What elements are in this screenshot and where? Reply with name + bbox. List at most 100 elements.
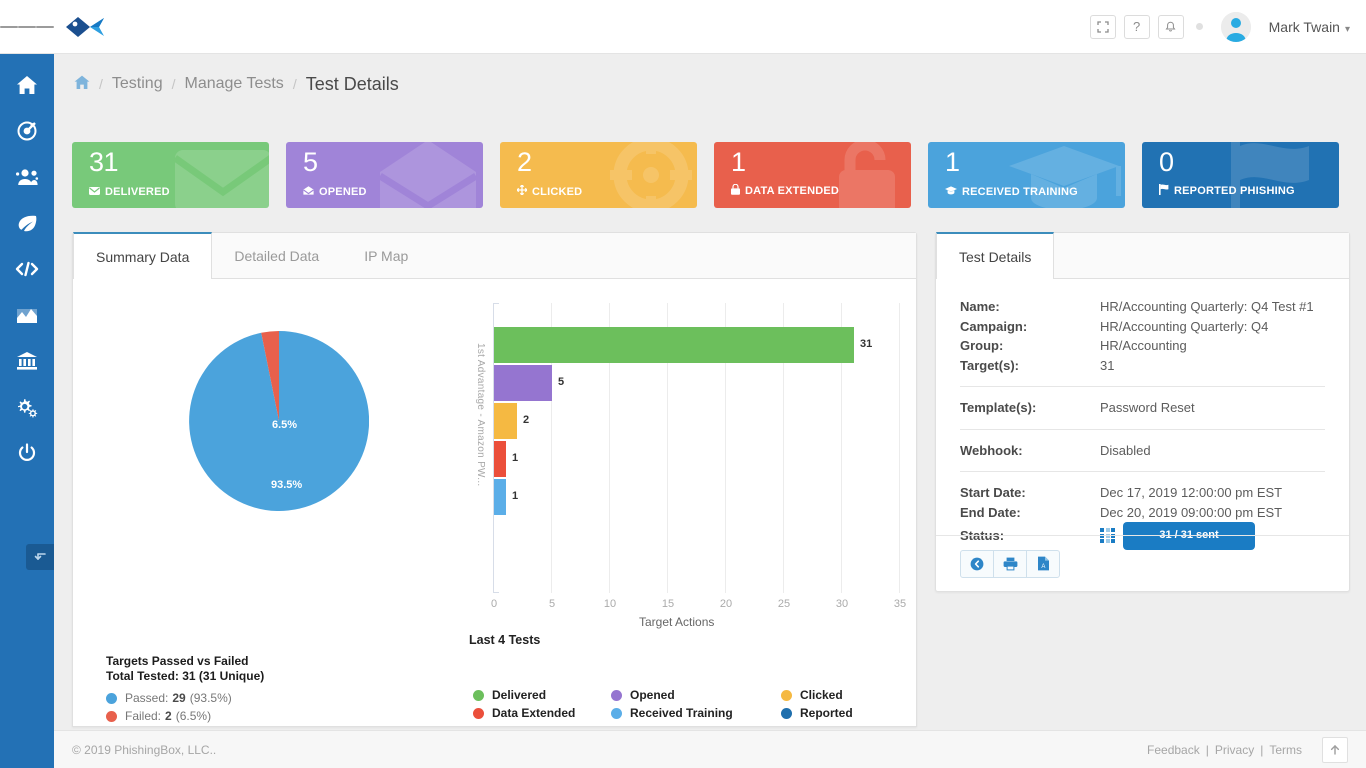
- sidebar-item-reports[interactable]: [0, 292, 54, 338]
- stat-value: 1: [945, 147, 960, 178]
- stat-card-data-extended[interactable]: 1 DATA EXTENDED: [714, 142, 911, 208]
- x-tick: 15: [653, 598, 683, 610]
- breadcrumb-item-testing[interactable]: Testing: [112, 75, 163, 93]
- stat-card-reported-phishing[interactable]: 0 REPORTED PHISHING: [1142, 142, 1339, 208]
- sidebar-item-organization[interactable]: [0, 338, 54, 384]
- sidebar-item-logout[interactable]: [0, 430, 54, 476]
- avatar[interactable]: [1221, 12, 1251, 42]
- legend-item-opened[interactable]: Opened: [611, 688, 781, 702]
- flag-icon: [1159, 184, 1169, 198]
- breadcrumb-separator: /: [99, 76, 103, 92]
- stat-label: CLICKED: [517, 185, 582, 198]
- detail-row-group: Group: HR/Accounting: [960, 336, 1325, 356]
- stat-card-clicked[interactable]: 2 CLICKED: [500, 142, 697, 208]
- tab-summary-data[interactable]: Summary Data: [73, 232, 212, 279]
- sidebar-item-phishing[interactable]: [0, 200, 54, 246]
- back-button[interactable]: [960, 550, 994, 578]
- stat-card-opened[interactable]: 5 OPENED: [286, 142, 483, 208]
- sidebar-item-settings[interactable]: [0, 384, 54, 430]
- sidebar-item-home[interactable]: [0, 62, 54, 108]
- bell-icon[interactable]: [1158, 15, 1184, 39]
- user-menu[interactable]: Mark Twain ▾: [1269, 19, 1350, 35]
- navbar-actions: ? Mark Twain ▾: [1090, 12, 1366, 42]
- chevron-down-icon: ▾: [1345, 24, 1350, 35]
- test-details-actions: A: [936, 535, 1349, 591]
- breadcrumb-item-manage-tests[interactable]: Manage Tests: [184, 75, 283, 93]
- legend-dot-clicked: [781, 690, 792, 701]
- x-tick: 10: [595, 598, 625, 610]
- stat-value: 0: [1159, 147, 1174, 178]
- footer-links: Feedback | Privacy | Terms: [1147, 737, 1348, 763]
- divider: [960, 386, 1325, 387]
- legend-dot-delivered: [473, 690, 484, 701]
- footer-link-privacy[interactable]: Privacy: [1215, 743, 1254, 757]
- stat-card-received-training[interactable]: 1 RECEIVED TRAINING: [928, 142, 1125, 208]
- tab-ip-map[interactable]: IP Map: [342, 233, 431, 278]
- last-tests-title: Last 4 Tests: [469, 633, 540, 647]
- legend-dot-received-training: [611, 708, 622, 719]
- tab-test-details[interactable]: Test Details: [936, 232, 1054, 279]
- bar-clicked[interactable]: [494, 403, 517, 439]
- detail-row-campaign: Campaign: HR/Accounting Quarterly: Q4: [960, 317, 1325, 337]
- phishingbox-logo-icon[interactable]: [62, 14, 106, 40]
- svg-text:A: A: [1041, 564, 1045, 570]
- stat-label: DATA EXTENDED: [731, 184, 839, 198]
- sidebar-item-targets[interactable]: [0, 108, 54, 154]
- summary-tabs: Summary Data Detailed Data IP Map: [73, 233, 916, 279]
- crosshair-icon: [517, 185, 527, 198]
- legend-dot-passed: [106, 693, 117, 704]
- legend-dot-data-extended: [473, 708, 484, 719]
- bar-opened[interactable]: [494, 365, 552, 401]
- envelope-icon: [153, 142, 269, 208]
- arrow-up-icon: [1329, 744, 1341, 756]
- bar-data-extended[interactable]: [494, 441, 506, 477]
- test-details-content: Name: HR/Accounting Quarterly: Q4 Test #…: [936, 279, 1349, 550]
- x-tick: 5: [537, 598, 567, 610]
- legend-item-clicked[interactable]: Clicked: [781, 688, 853, 702]
- scroll-to-top-button[interactable]: [1322, 737, 1348, 763]
- stat-value: 5: [303, 147, 318, 178]
- sidebar: [0, 54, 54, 768]
- x-tick: 20: [711, 598, 741, 610]
- legend-item-data-extended[interactable]: Data Extended: [473, 706, 611, 720]
- graduation-cap-icon: [999, 142, 1125, 208]
- legend-item-reported[interactable]: Reported: [781, 706, 853, 720]
- x-tick: 0: [479, 598, 509, 610]
- bar-chart-legend: Delivered Opened Clicked Data Extended R…: [473, 688, 853, 720]
- tab-detailed-data[interactable]: Detailed Data: [212, 233, 342, 278]
- bar-received-training[interactable]: [494, 479, 506, 515]
- gridline: [899, 303, 900, 593]
- envelope-open-icon: [303, 186, 314, 198]
- flag-icon: [1213, 142, 1339, 208]
- home-icon: [16, 75, 38, 95]
- pdf-button[interactable]: A: [1026, 550, 1060, 578]
- bar-delivered[interactable]: [494, 327, 854, 363]
- fullscreen-icon[interactable]: [1090, 15, 1116, 39]
- stat-label: DELIVERED: [89, 186, 170, 198]
- print-button[interactable]: [993, 550, 1027, 578]
- breadcrumb-home-icon[interactable]: [74, 75, 90, 94]
- detail-row-start-date: Start Date: Dec 17, 2019 12:00:00 pm EST: [960, 483, 1325, 503]
- legend-item-delivered[interactable]: Delivered: [473, 688, 611, 702]
- bullseye-arrow-icon: [16, 120, 38, 142]
- x-tick: 30: [827, 598, 857, 610]
- stat-card-delivered[interactable]: 31 DELIVERED: [72, 142, 269, 208]
- sidebar-item-users[interactable]: [0, 154, 54, 200]
- footer-link-feedback[interactable]: Feedback: [1147, 743, 1200, 757]
- y-axis-label: 1st Advantage - Amazon PW...: [475, 343, 486, 486]
- help-button[interactable]: ?: [1124, 15, 1150, 39]
- user-name-label: Mark Twain: [1269, 19, 1340, 35]
- code-icon: [15, 261, 39, 277]
- pass-fail-legend: Passed: 29 (93.5%) Failed: 2 (6.5%): [106, 689, 232, 725]
- top-navbar: ? Mark Twain ▾: [0, 0, 1366, 54]
- hamburger-icon[interactable]: [0, 0, 54, 54]
- sidebar-collapse-button[interactable]: [26, 544, 54, 570]
- breadcrumb-separator: /: [172, 76, 176, 92]
- detail-row-targets: Target(s): 31: [960, 356, 1325, 376]
- footer-link-terms[interactable]: Terms: [1269, 743, 1302, 757]
- legend-item-received-training[interactable]: Received Training: [611, 706, 781, 720]
- x-tick: 35: [885, 598, 915, 610]
- sidebar-item-developer[interactable]: [0, 246, 54, 292]
- list-item: Passed: 29 (93.5%): [106, 689, 232, 707]
- pie-label-failed: 6.5%: [272, 419, 297, 431]
